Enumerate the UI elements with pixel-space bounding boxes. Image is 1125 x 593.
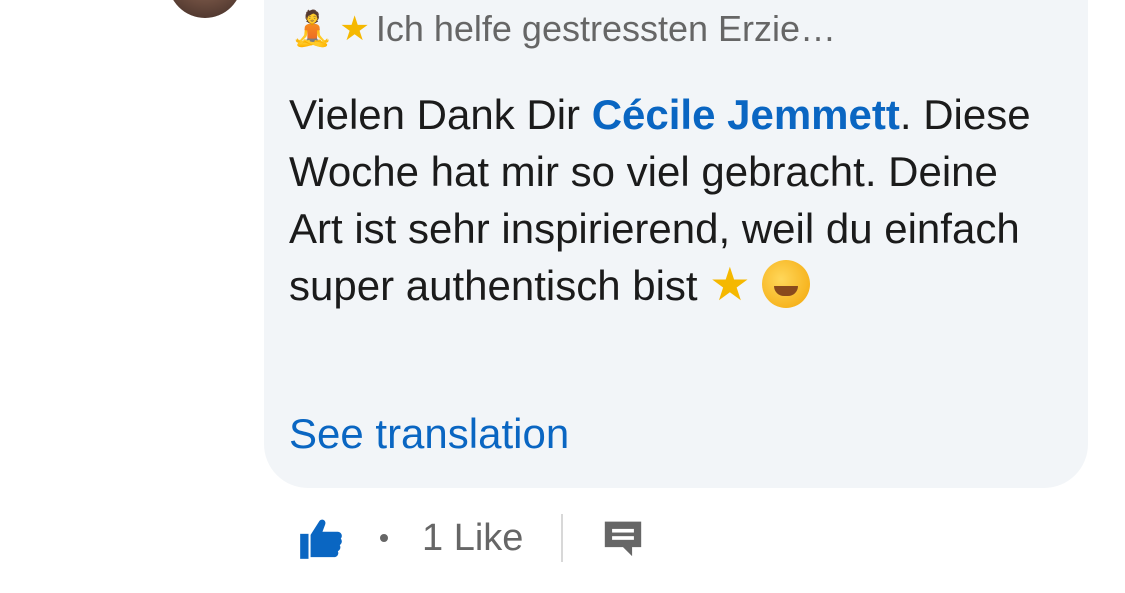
author-headline: 🧘 ★ Ich helfe gestressten Erzie…	[291, 8, 836, 50]
hugging-face-icon	[762, 260, 811, 308]
like-count[interactable]: 1 Like	[422, 517, 523, 560]
comment-text: Vielen Dank Dir Cécile Jemmett. Diese Wo…	[289, 86, 1049, 314]
comment-actions: 1 Like	[296, 506, 645, 570]
author-headline-text: Ich helfe gestressten Erzie…	[375, 8, 837, 49]
thumbs-up-icon[interactable]	[296, 513, 346, 563]
comment-icon[interactable]	[601, 518, 645, 558]
avatar[interactable]	[168, 0, 242, 18]
separator-dot	[380, 534, 388, 542]
meditation-icon: 🧘	[291, 9, 334, 49]
action-divider	[561, 514, 564, 562]
star-icon: ★	[709, 257, 751, 311]
star-icon: ★	[339, 9, 370, 49]
mention-link[interactable]: Cécile Jemmett	[592, 91, 900, 138]
see-translation-link[interactable]: See translation	[289, 410, 569, 458]
comment-text-start: Vielen Dank Dir	[289, 91, 592, 138]
comment-thread: 🧘 ★ Ich helfe gestressten Erzie… Vielen …	[0, 0, 1125, 593]
